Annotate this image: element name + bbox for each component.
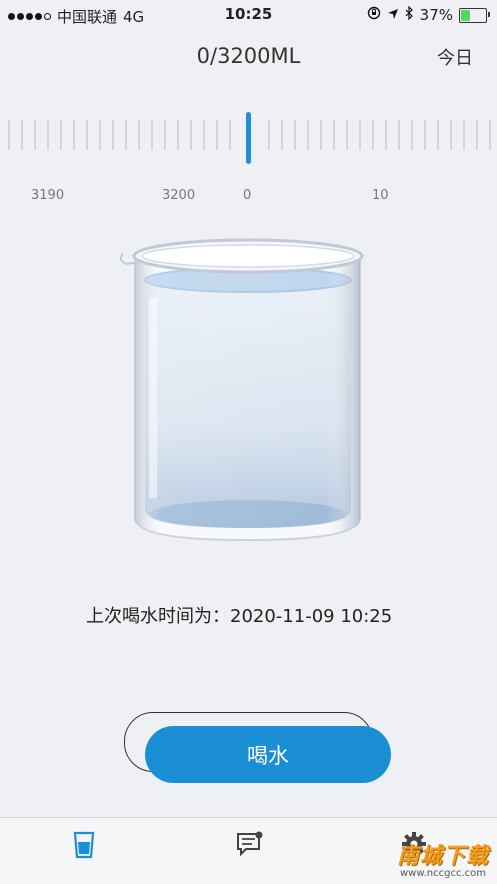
- location-icon: [387, 6, 399, 24]
- ruler-tick: [34, 120, 36, 150]
- ruler-label: 10: [372, 188, 389, 203]
- ruler-tick: [307, 120, 309, 150]
- ruler-tick: [216, 120, 218, 150]
- ruler-label: 3190: [31, 188, 65, 203]
- glass-icon: [72, 831, 96, 864]
- ruler-tick: [112, 120, 114, 150]
- ruler-tick: [372, 120, 374, 150]
- today-button[interactable]: 今日: [437, 44, 473, 70]
- ruler-tick: [463, 120, 465, 150]
- ruler-tick: [294, 120, 296, 150]
- status-right: 37%: [367, 5, 490, 24]
- battery-percent: 37%: [419, 6, 453, 24]
- watermark-logo: 南城下载 www.nccgcc.com: [397, 838, 489, 879]
- ruler-tick: [73, 120, 75, 150]
- ruler-tick: [60, 120, 62, 150]
- amount-ruler[interactable]: 3190 3200 0 10: [0, 108, 497, 208]
- ruler-pointer: [246, 112, 251, 164]
- ruler-tick: [437, 120, 439, 150]
- drink-button[interactable]: 喝水: [145, 726, 391, 783]
- ruler-tick: [320, 120, 322, 150]
- ruler-tick: [476, 120, 478, 150]
- bluetooth-icon: [405, 5, 414, 24]
- ruler-tick: [398, 120, 400, 150]
- ruler-tick: [190, 120, 192, 150]
- ruler-tick: [424, 120, 426, 150]
- ruler-tick: [203, 120, 205, 150]
- ruler-tick: [281, 120, 283, 150]
- ruler-tick: [229, 120, 231, 150]
- orientation-lock-icon: [367, 6, 381, 24]
- ruler-tick: [164, 120, 166, 150]
- ruler-label: 3200: [162, 188, 196, 203]
- ruler-tick: [47, 120, 49, 150]
- ruler-tick: [151, 120, 153, 150]
- watermark-main: 南城下载: [396, 844, 489, 869]
- ruler-tick: [411, 120, 413, 150]
- status-bar: 中国联通 4G 10:25 37%: [0, 0, 497, 30]
- ruler-tick: [86, 120, 88, 150]
- ruler-tick: [359, 120, 361, 150]
- chat-icon: [235, 831, 265, 862]
- ruler-tick: [450, 120, 452, 150]
- tab-messages[interactable]: [235, 830, 265, 862]
- ruler-tick: [268, 120, 270, 150]
- ruler-tick: [125, 120, 127, 150]
- ruler-tick: [138, 120, 140, 150]
- daily-total: 0/3200ML: [196, 44, 301, 68]
- ruler-tick: [99, 120, 101, 150]
- ruler-tick: [489, 120, 491, 150]
- ruler-tick: [8, 120, 10, 150]
- water-glass-illustration: [115, 228, 380, 546]
- watermark-url: www.nccgcc.com: [399, 868, 486, 879]
- battery-icon: [459, 7, 490, 23]
- ruler-tick: [346, 120, 348, 150]
- ruler-tick: [177, 120, 179, 150]
- ruler-tick: [333, 120, 335, 150]
- ruler-tick: [21, 120, 23, 150]
- ruler-tick: [385, 120, 387, 150]
- last-drink-time: 上次喝水时间为：2020-11-09 10:25: [86, 606, 393, 627]
- ruler-label: 0: [243, 188, 252, 203]
- tab-water[interactable]: [72, 830, 96, 864]
